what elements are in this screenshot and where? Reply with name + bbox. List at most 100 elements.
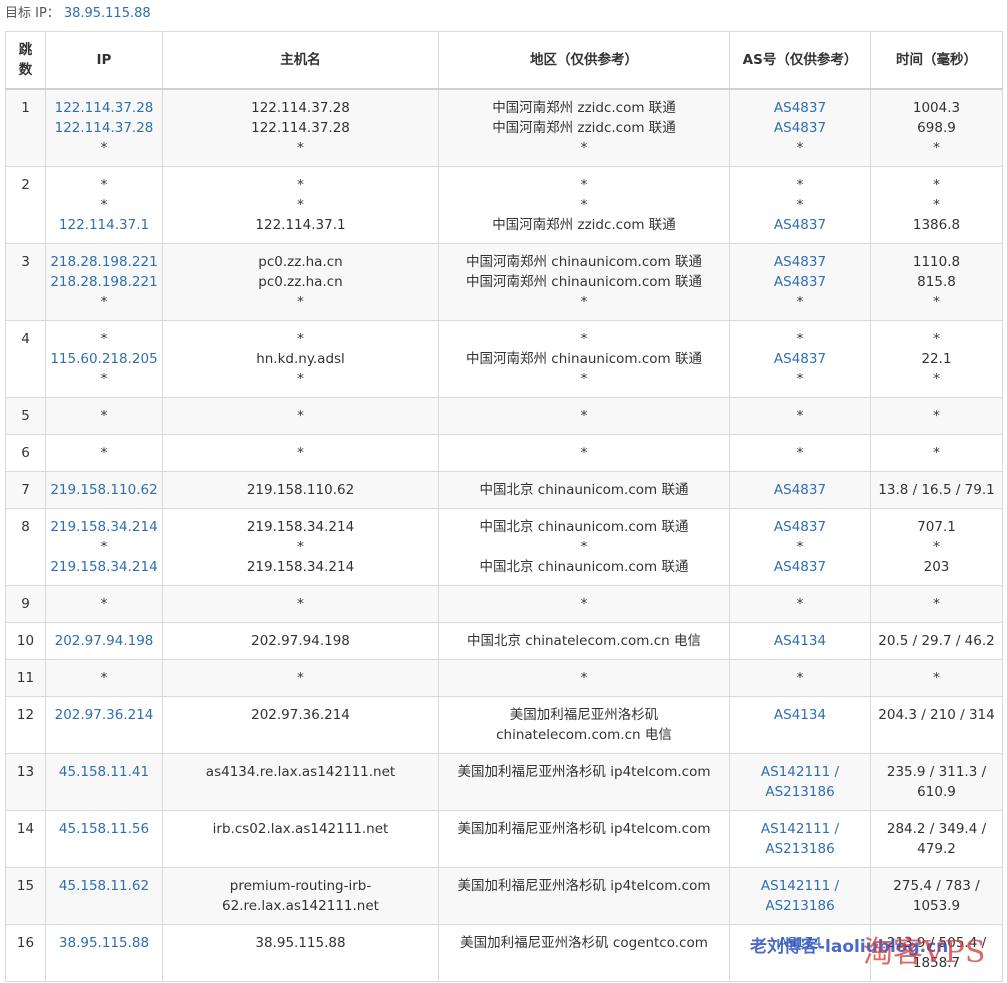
cell-line: *: [796, 371, 804, 387]
cell-time: * * 1386.8: [870, 166, 1003, 244]
cell-line: *: [580, 197, 588, 213]
cell-ip: 122.114.37.28 122.114.37.28 *: [45, 88, 163, 167]
table-row: 11 * * * * *: [5, 659, 1003, 697]
as-link[interactable]: AS142111 /: [734, 819, 866, 839]
target-ip-value[interactable]: 38.95.115.88: [64, 6, 151, 21]
as-link[interactable]: AS213186: [734, 896, 866, 916]
ip-link[interactable]: 122.114.37.28: [50, 98, 158, 118]
as-link[interactable]: AS4837: [734, 215, 866, 235]
as-link[interactable]: AS4837: [734, 517, 866, 537]
ip-link[interactable]: 218.28.198.221: [50, 252, 158, 272]
cell-line: 1386.8: [912, 217, 961, 233]
ip-link[interactable]: 45.158.11.62: [50, 876, 158, 896]
table-row: 10 202.97.94.198 202.97.94.198 中国北京 chinate…: [5, 622, 1003, 660]
cell-line: 中国河南郑州 zzidc.com 联通: [492, 120, 676, 136]
cell-line: 20.5 / 29.7 / 46.2: [878, 633, 995, 649]
as-link[interactable]: AS213186: [734, 839, 866, 859]
cell-line: *: [796, 445, 804, 461]
table-row: 1 122.114.37.28 122.114.37.28 * 122.114.37.2…: [5, 88, 1003, 167]
as-link[interactable]: AS4837: [734, 98, 866, 118]
cell-as-number: * * AS4837: [729, 166, 871, 244]
cell-line: 219.158.34.214: [246, 559, 355, 575]
cell-region: *: [438, 397, 730, 435]
ip-link[interactable]: 219.158.34.214: [50, 517, 158, 537]
cell-ip: * * 122.114.37.1: [45, 166, 163, 244]
cell-line: *: [796, 140, 804, 156]
cell-line: 122.114.37.1: [255, 217, 346, 233]
cell-ip: *: [45, 659, 163, 697]
cell-line: *: [580, 445, 588, 461]
cell-time: *: [870, 434, 1003, 472]
cell-region: *: [438, 585, 730, 623]
ip-link[interactable]: 115.60.218.205: [50, 349, 158, 369]
cell-line: as4134.re.lax.as142111.net: [205, 764, 396, 780]
cell-line: *: [297, 331, 304, 347]
cell-hostname: 122.114.37.28 122.114.37.28 *: [162, 88, 439, 167]
cell-hostname: * hn.kd.ny.adsl *: [162, 320, 439, 398]
as-link[interactable]: AS4837: [734, 272, 866, 292]
ip-link[interactable]: 45.158.11.41: [50, 762, 158, 782]
ip-link[interactable]: 202.97.36.214: [50, 705, 158, 725]
ip-link[interactable]: 122.114.37.1: [50, 215, 158, 235]
cell-as-number: AS4837: [729, 471, 871, 509]
cell-ip: 45.158.11.62: [45, 867, 163, 925]
cell-line: *: [100, 371, 108, 387]
cell-region: 中国北京 chinatelecom.com.cn 电信: [438, 622, 730, 660]
cell-time: 235.9 / 311.3 / 610.9: [870, 753, 1003, 811]
cell-line: *: [933, 331, 940, 347]
cell-time: 13.8 / 16.5 / 79.1: [870, 471, 1003, 509]
cell-line: 610.9: [917, 784, 956, 800]
cell-line: *: [580, 140, 588, 156]
cell-ip: *: [45, 397, 163, 435]
ip-link[interactable]: 122.114.37.28: [50, 118, 158, 138]
cell-hop: 16: [5, 924, 46, 982]
as-link[interactable]: AS4134: [734, 631, 866, 651]
table-row: 2 * * 122.114.37.1 * * 122.114.37.1 * * 中国河南郑州 zz…: [5, 166, 1003, 244]
cell-hostname: 219.158.34.214 * 219.158.34.214: [162, 508, 439, 586]
as-link[interactable]: AS4837: [734, 118, 866, 138]
as-link[interactable]: AS4837: [734, 480, 866, 500]
cell-line: *: [297, 140, 304, 156]
as-link[interactable]: AS4837: [734, 349, 866, 369]
cell-line: *: [580, 670, 588, 686]
cell-as-number: AS4134: [729, 622, 871, 660]
ip-link[interactable]: 202.97.94.198: [50, 631, 158, 651]
cell-time: 275.4 / 783 / 1053.9: [870, 867, 1003, 925]
cell-hop: 13: [5, 753, 46, 811]
cell-line: *: [580, 371, 588, 387]
ip-link[interactable]: 38.95.115.88: [50, 933, 158, 953]
cell-line: *: [297, 177, 304, 193]
cell-time: *: [870, 585, 1003, 623]
cell-line: *: [933, 596, 940, 612]
cell-time: 284.2 / 349.4 / 479.2: [870, 810, 1003, 868]
cell-region: 美国加利福尼亚州洛杉矶 chinatelecom.com.cn 电信: [438, 696, 730, 754]
ip-link[interactable]: 219.158.34.214: [50, 557, 158, 577]
cell-line: 204.3 / 210 / 314: [878, 707, 995, 723]
as-link[interactable]: AS4837: [734, 252, 866, 272]
cell-region: * * 中国河南郑州 zzidc.com 联通: [438, 166, 730, 244]
table-row: 14 45.158.11.56 irb.cs02.lax.as142111.net 美…: [5, 810, 1003, 868]
cell-as-number: AS142111 /AS213186: [729, 810, 871, 868]
cell-line: *: [796, 596, 804, 612]
cell-line: *: [580, 596, 588, 612]
as-link[interactable]: AS4134: [734, 705, 866, 725]
table-row: 15 45.158.11.62 premium-routing-irb- 62.re.…: [5, 867, 1003, 925]
cell-as-number: AS142111 /AS213186: [729, 753, 871, 811]
table-row: 12 202.97.36.214 202.97.36.214 美国加利福尼亚州洛杉矶 c…: [5, 696, 1003, 754]
cell-line: *: [933, 140, 940, 156]
as-link[interactable]: AS213186: [734, 782, 866, 802]
ip-link[interactable]: 219.158.110.62: [50, 480, 158, 500]
ip-link[interactable]: 45.158.11.56: [50, 819, 158, 839]
target-ip-label: 目标 IP：: [5, 6, 60, 21]
cell-region: 美国加利福尼亚州洛杉矶 ip4telcom.com: [438, 810, 730, 868]
cell-line: *: [100, 445, 108, 461]
ip-link[interactable]: 218.28.198.221: [50, 272, 158, 292]
cell-line: 中国河南郑州 chinaunicom.com 联通: [466, 351, 702, 367]
cell-line: *: [933, 294, 940, 310]
as-link[interactable]: AS4837: [734, 557, 866, 577]
cell-line: 中国北京 chinaunicom.com 联通: [479, 519, 689, 535]
cell-ip: 219.158.34.214 * 219.158.34.214: [45, 508, 163, 586]
as-link[interactable]: AS142111 /: [734, 762, 866, 782]
as-link[interactable]: AS142111 /: [734, 876, 866, 896]
cell-region: 美国加利福尼亚州洛杉矶 ip4telcom.com: [438, 867, 730, 925]
